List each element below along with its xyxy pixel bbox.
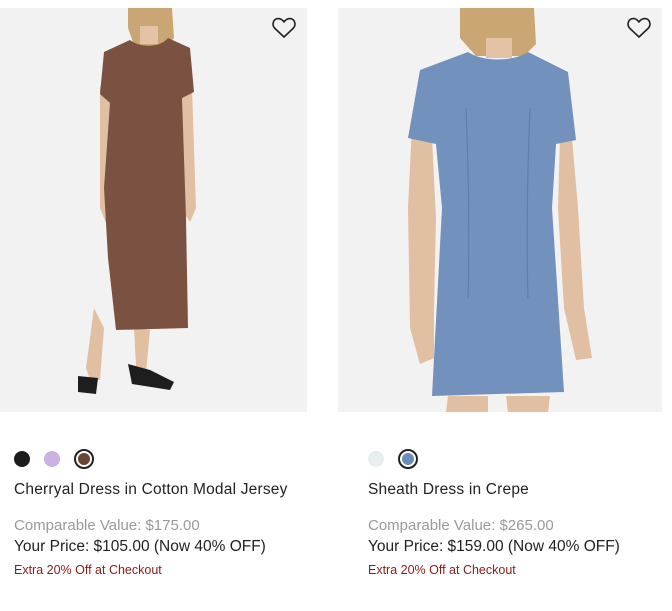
- product-name[interactable]: Sheath Dress in Crepe: [368, 479, 662, 501]
- model-photo: [78, 8, 196, 394]
- color-swatch-brown-selected[interactable]: [74, 449, 94, 469]
- color-swatch-black[interactable]: [14, 451, 30, 467]
- product-card-cherryal-dress[interactable]: Cherryal Dress in Cotton Modal Jersey Co…: [0, 8, 307, 582]
- color-swatch-blue-selected[interactable]: [398, 449, 418, 469]
- product-image-cherryal-dress[interactable]: [0, 8, 307, 412]
- product-card-sheath-dress[interactable]: Sheath Dress in Crepe Comparable Value: …: [338, 8, 662, 582]
- wishlist-heart-icon[interactable]: [627, 17, 651, 39]
- extra-offer: Extra 20% Off at Checkout: [368, 563, 516, 577]
- comparable-value: Comparable Value: $265.00: [368, 517, 554, 534]
- extra-offer: Extra 20% Off at Checkout: [14, 563, 162, 577]
- wishlist-heart-icon[interactable]: [272, 17, 296, 39]
- comparable-value: Comparable Value: $175.00: [14, 517, 200, 534]
- color-swatches: [14, 448, 293, 470]
- your-price: Your Price: $105.00 (Now 40% OFF): [14, 538, 266, 555]
- color-swatch-lavender[interactable]: [44, 451, 60, 467]
- color-swatches: [368, 448, 662, 470]
- your-price: Your Price: $159.00 (Now 40% OFF): [368, 538, 620, 555]
- model-photo: [408, 8, 592, 412]
- product-image-sheath-dress[interactable]: [338, 8, 662, 412]
- color-swatch-light-blue[interactable]: [368, 451, 384, 467]
- product-name[interactable]: Cherryal Dress in Cotton Modal Jersey: [14, 479, 293, 501]
